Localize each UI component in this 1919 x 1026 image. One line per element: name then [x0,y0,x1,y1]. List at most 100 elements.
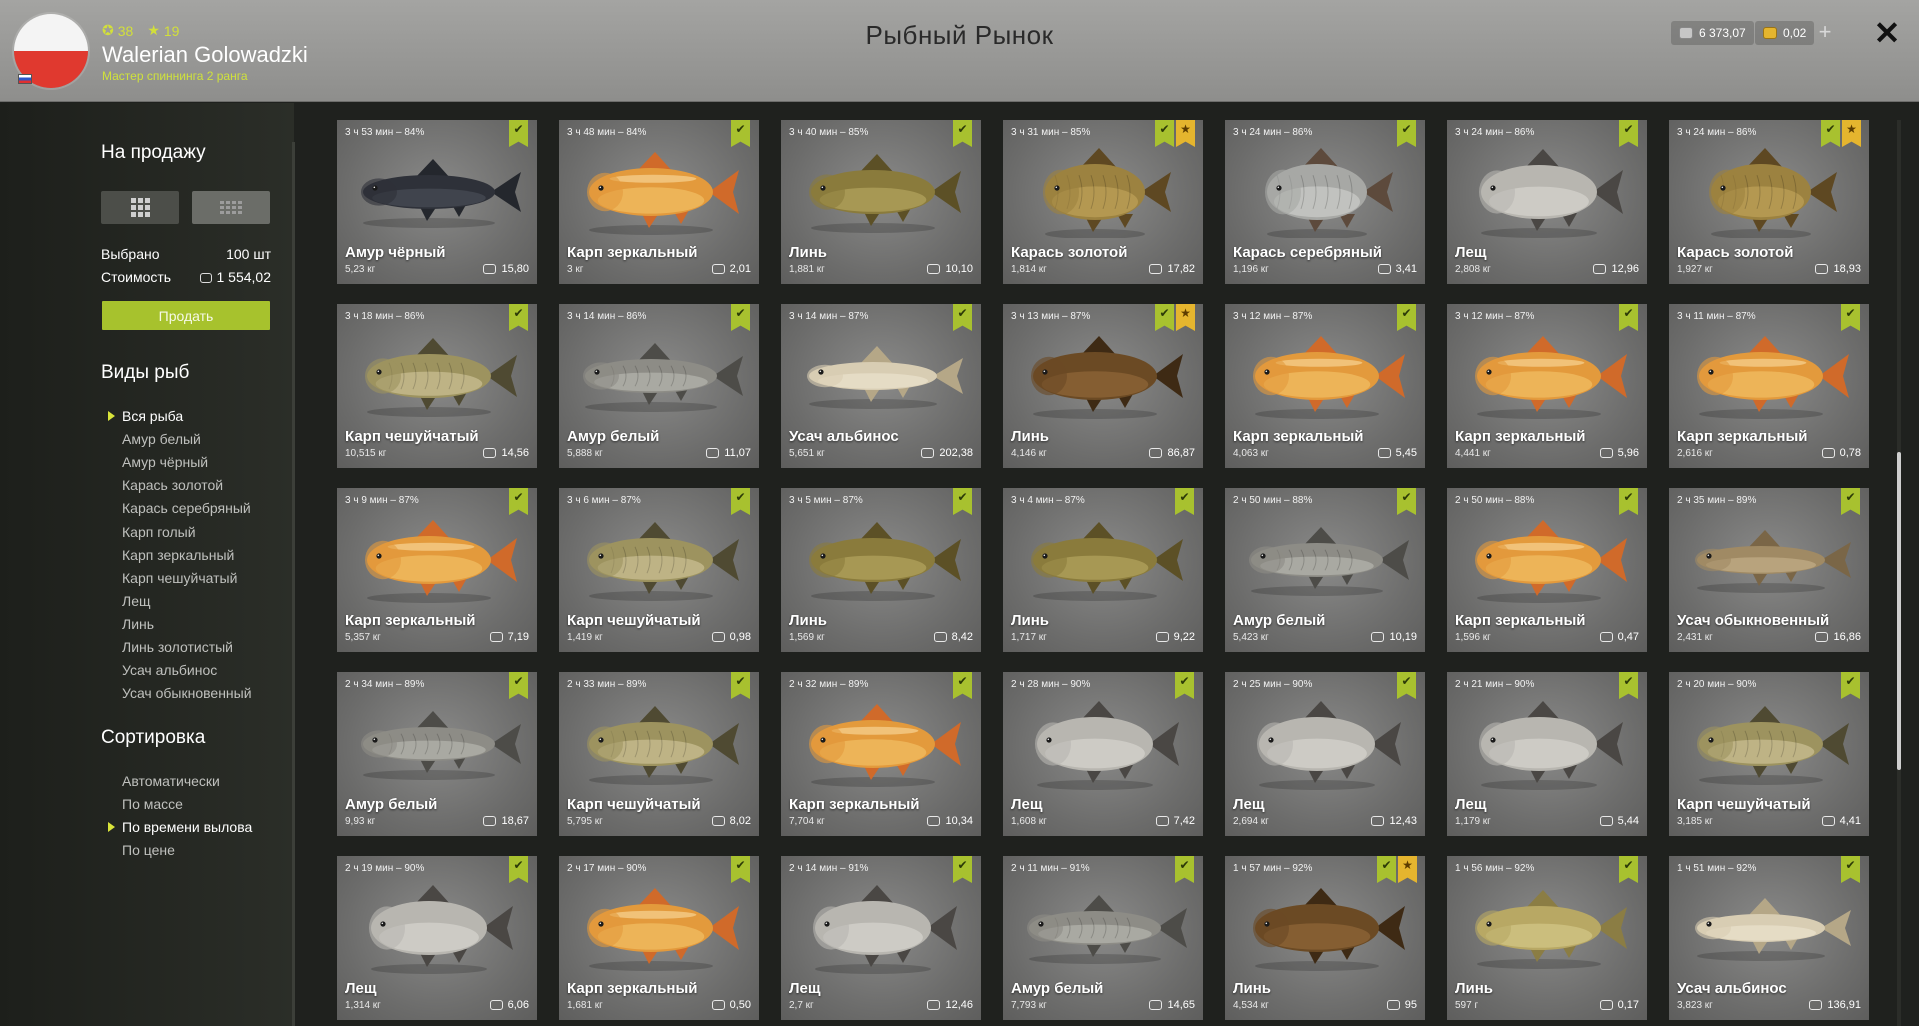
silver-coin-icon [1599,1000,1613,1010]
fish-card[interactable]: 2 ч 21 мин – 90% Лещ 1,179 кг 5,44 ✔ [1447,672,1647,836]
silver-coin-icon [927,1000,941,1010]
fish-image [1249,527,1409,596]
fish-card[interactable]: 2 ч 33 мин – 89% Карп чешуйчатый 5,795 кг 8… [559,672,759,836]
fish-card[interactable]: 2 ч 32 мин – 89% Карп зеркальный 7,704 кг 1… [781,672,981,836]
species-filter-item[interactable]: Карп чешуйчатый [122,570,237,586]
fish-card[interactable]: 3 ч 53 мин – 84% Амур чёрный 5,23 кг 15,80 ✔ [337,120,537,284]
fish-card[interactable]: 2 ч 28 мин – 90% Лещ 1,608 кг 7,42 ✔ [1003,672,1203,836]
fish-card[interactable]: 3 ч 48 мин – 84% Карп зеркальный 3 кг 2,01 ✔ [559,120,759,284]
fish-weight: 1,179 кг [1455,816,1491,827]
species-filter-item[interactable]: Карп голый [122,524,196,540]
fish-image [1035,701,1179,790]
fish-image [369,885,513,974]
silver-coin-icon [921,448,935,458]
fish-card[interactable]: 2 ч 11 мин – 91% Амур белый 7,793 кг 14,65 ✔ [1003,856,1203,1020]
species-filter-item[interactable]: Линь золотистый [122,639,233,655]
fish-image [1475,336,1627,419]
fish-price: 17,82 [1149,263,1195,275]
species-filter-item[interactable]: Усач обыкновенный [122,685,252,701]
large-grid-view-button[interactable] [101,191,179,224]
fish-price-value: 7,19 [507,631,529,643]
sort-option[interactable]: По массе [122,796,183,812]
fish-name: Амур чёрный [345,244,446,261]
fish-card[interactable]: 2 ч 25 мин – 90% Лещ 2,694 кг 12,43 ✔ [1225,672,1425,836]
species-filter-item[interactable]: Карп зеркальный [122,547,234,563]
fish-card[interactable]: 3 ч 24 мин – 86% Лещ 2,808 кг 12,96 ✔ [1447,120,1647,284]
fish-card[interactable]: 2 ч 34 мин – 89% Амур белый 9,93 кг 18,67 ✔ [337,672,537,836]
fish-card[interactable]: 2 ч 17 мин – 90% Карп зеркальный 1,681 кг 0… [559,856,759,1020]
species-filter-item[interactable]: Усач альбинос [122,662,217,678]
species-filter-item[interactable]: Амур чёрный [122,454,208,470]
silver-coin-icon [1155,632,1169,642]
fish-price-value: 0,78 [1839,447,1861,459]
fish-image [583,343,743,412]
fish-card[interactable]: 3 ч 14 мин – 87% Усач альбинос 5,651 кг 202… [781,304,981,468]
silver-coin-icon [1149,1000,1163,1010]
fish-card[interactable]: 3 ч 31 мин – 85% Карась золотой 1,814 кг 17… [1003,120,1203,284]
fish-card[interactable]: 1 ч 56 мин – 92% Линь 597 г 0,17 ✔ [1447,856,1647,1020]
fish-card[interactable]: 3 ч 24 мин – 86% Карась золотой 1,927 кг 18… [1669,120,1869,284]
fish-card[interactable]: 3 ч 4 мин – 87% Линь 1,717 кг 9,22 ✔ [1003,488,1203,652]
fish-name: Амур белый [567,428,660,445]
catch-time: 2 ч 50 мин – 88% [1455,495,1535,506]
species-filter-label: Усач альбинос [122,662,218,679]
fish-card[interactable]: 3 ч 13 мин – 87% Линь 4,146 кг 86,87 ✔ ★ [1003,304,1203,468]
fish-card[interactable]: 3 ч 18 мин – 86% Карп чешуйчатый 10,515 кг… [337,304,537,468]
fish-card[interactable]: 2 ч 14 мин – 91% Лещ 2,7 кг 12,46 ✔ [781,856,981,1020]
fish-price-value: 95 [1404,999,1417,1011]
species-filter-item[interactable]: Лещ [122,593,151,609]
small-grid-view-button[interactable] [192,191,270,224]
fish-card[interactable]: 2 ч 20 мин – 90% Карп чешуйчатый 3,185 кг 4… [1669,672,1869,836]
close-button[interactable]: ✕ [1872,16,1902,50]
species-filter-item[interactable]: Карась серебряный [122,500,251,516]
fish-name: Амур белый [345,796,438,813]
fish-weight: 3,823 кг [1677,1000,1713,1011]
silver-coin-icon [1371,632,1385,642]
fish-price-value: 10,34 [945,815,973,827]
add-currency-button[interactable]: + [1814,21,1836,45]
fish-weight: 5,795 кг [567,816,603,827]
fish-card[interactable]: 1 ч 57 мин – 92% Линь 4,534 кг 95 ✔ ★ [1225,856,1425,1020]
fish-price: 10,34 [927,815,973,827]
silver-coin-icon [1599,816,1613,826]
fish-price: 14,56 [483,447,529,459]
fish-weight: 1,717 кг [1011,632,1047,643]
fish-weight: 3,185 кг [1677,816,1713,827]
fish-weight: 9,93 кг [345,816,376,827]
scrollbar-thumb[interactable] [1897,452,1901,770]
fish-card[interactable]: 1 ч 51 мин – 92% Усач альбинос 3,823 кг 136… [1669,856,1869,1020]
catch-time: 3 ч 11 мин – 87% [1677,311,1756,322]
sort-option[interactable]: По цене [122,842,175,858]
fish-card[interactable]: 2 ч 35 мин – 89% Усач обыкновенный 2,431 к… [1669,488,1869,652]
silver-coin-icon [489,632,503,642]
fish-card[interactable]: 3 ч 12 мин – 87% Карп зеркальный 4,063 кг 5… [1225,304,1425,468]
fish-price-value: 202,38 [939,447,973,459]
species-filter-item[interactable]: Карась золотой [122,477,223,493]
fish-name: Карп зеркальный [1233,428,1364,445]
fish-price-value: 5,44 [1617,815,1639,827]
species-filter-item[interactable]: Вся рыба [108,408,183,424]
gold-balance: 0,02 [1755,21,1815,45]
sort-option[interactable]: По времени вылова [108,819,252,835]
fish-card[interactable]: 3 ч 5 мин – 87% Линь 1,569 кг 8,42 ✔ [781,488,981,652]
fish-card[interactable]: 3 ч 11 мин – 87% Карп зеркальный 2,616 кг 0… [1669,304,1869,468]
fish-price: 4,41 [1821,815,1861,827]
species-filter-item[interactable]: Амур белый [122,431,201,447]
species-filter-item[interactable]: Линь [122,616,154,632]
sell-button[interactable]: Продать [102,301,270,330]
fish-card[interactable]: 3 ч 14 мин – 86% Амур белый 5,888 кг 11,07 ✔ [559,304,759,468]
fish-card[interactable]: 3 ч 9 мин – 87% Карп зеркальный 5,357 кг 7,… [337,488,537,652]
sort-option[interactable]: Автоматически [122,773,220,789]
fish-card[interactable]: 2 ч 50 мин – 88% Карп зеркальный 1,596 кг 0… [1447,488,1647,652]
fish-card[interactable]: 3 ч 40 мин – 85% Линь 1,881 кг 10,10 ✔ [781,120,981,284]
silver-coin-icon [1149,264,1163,274]
fish-card[interactable]: 2 ч 50 мин – 88% Амур белый 5,423 кг 10,19 ✔ [1225,488,1425,652]
fish-card[interactable]: 3 ч 6 мин – 87% Карп чешуйчатый 1,419 кг 0,… [559,488,759,652]
fish-price: 11,07 [706,447,751,459]
catch-time: 2 ч 14 мин – 91% [789,863,869,874]
species-filter-label: Лещ [122,592,151,609]
fish-card[interactable]: 2 ч 19 мин – 90% Лещ 1,314 кг 6,06 ✔ [337,856,537,1020]
fish-weight: 2,7 кг [789,1000,814,1011]
fish-card[interactable]: 3 ч 12 мин – 87% Карп зеркальный 4,441 кг 5… [1447,304,1647,468]
fish-card[interactable]: 3 ч 24 мин – 86% Карась серебряный 1,196 к… [1225,120,1425,284]
